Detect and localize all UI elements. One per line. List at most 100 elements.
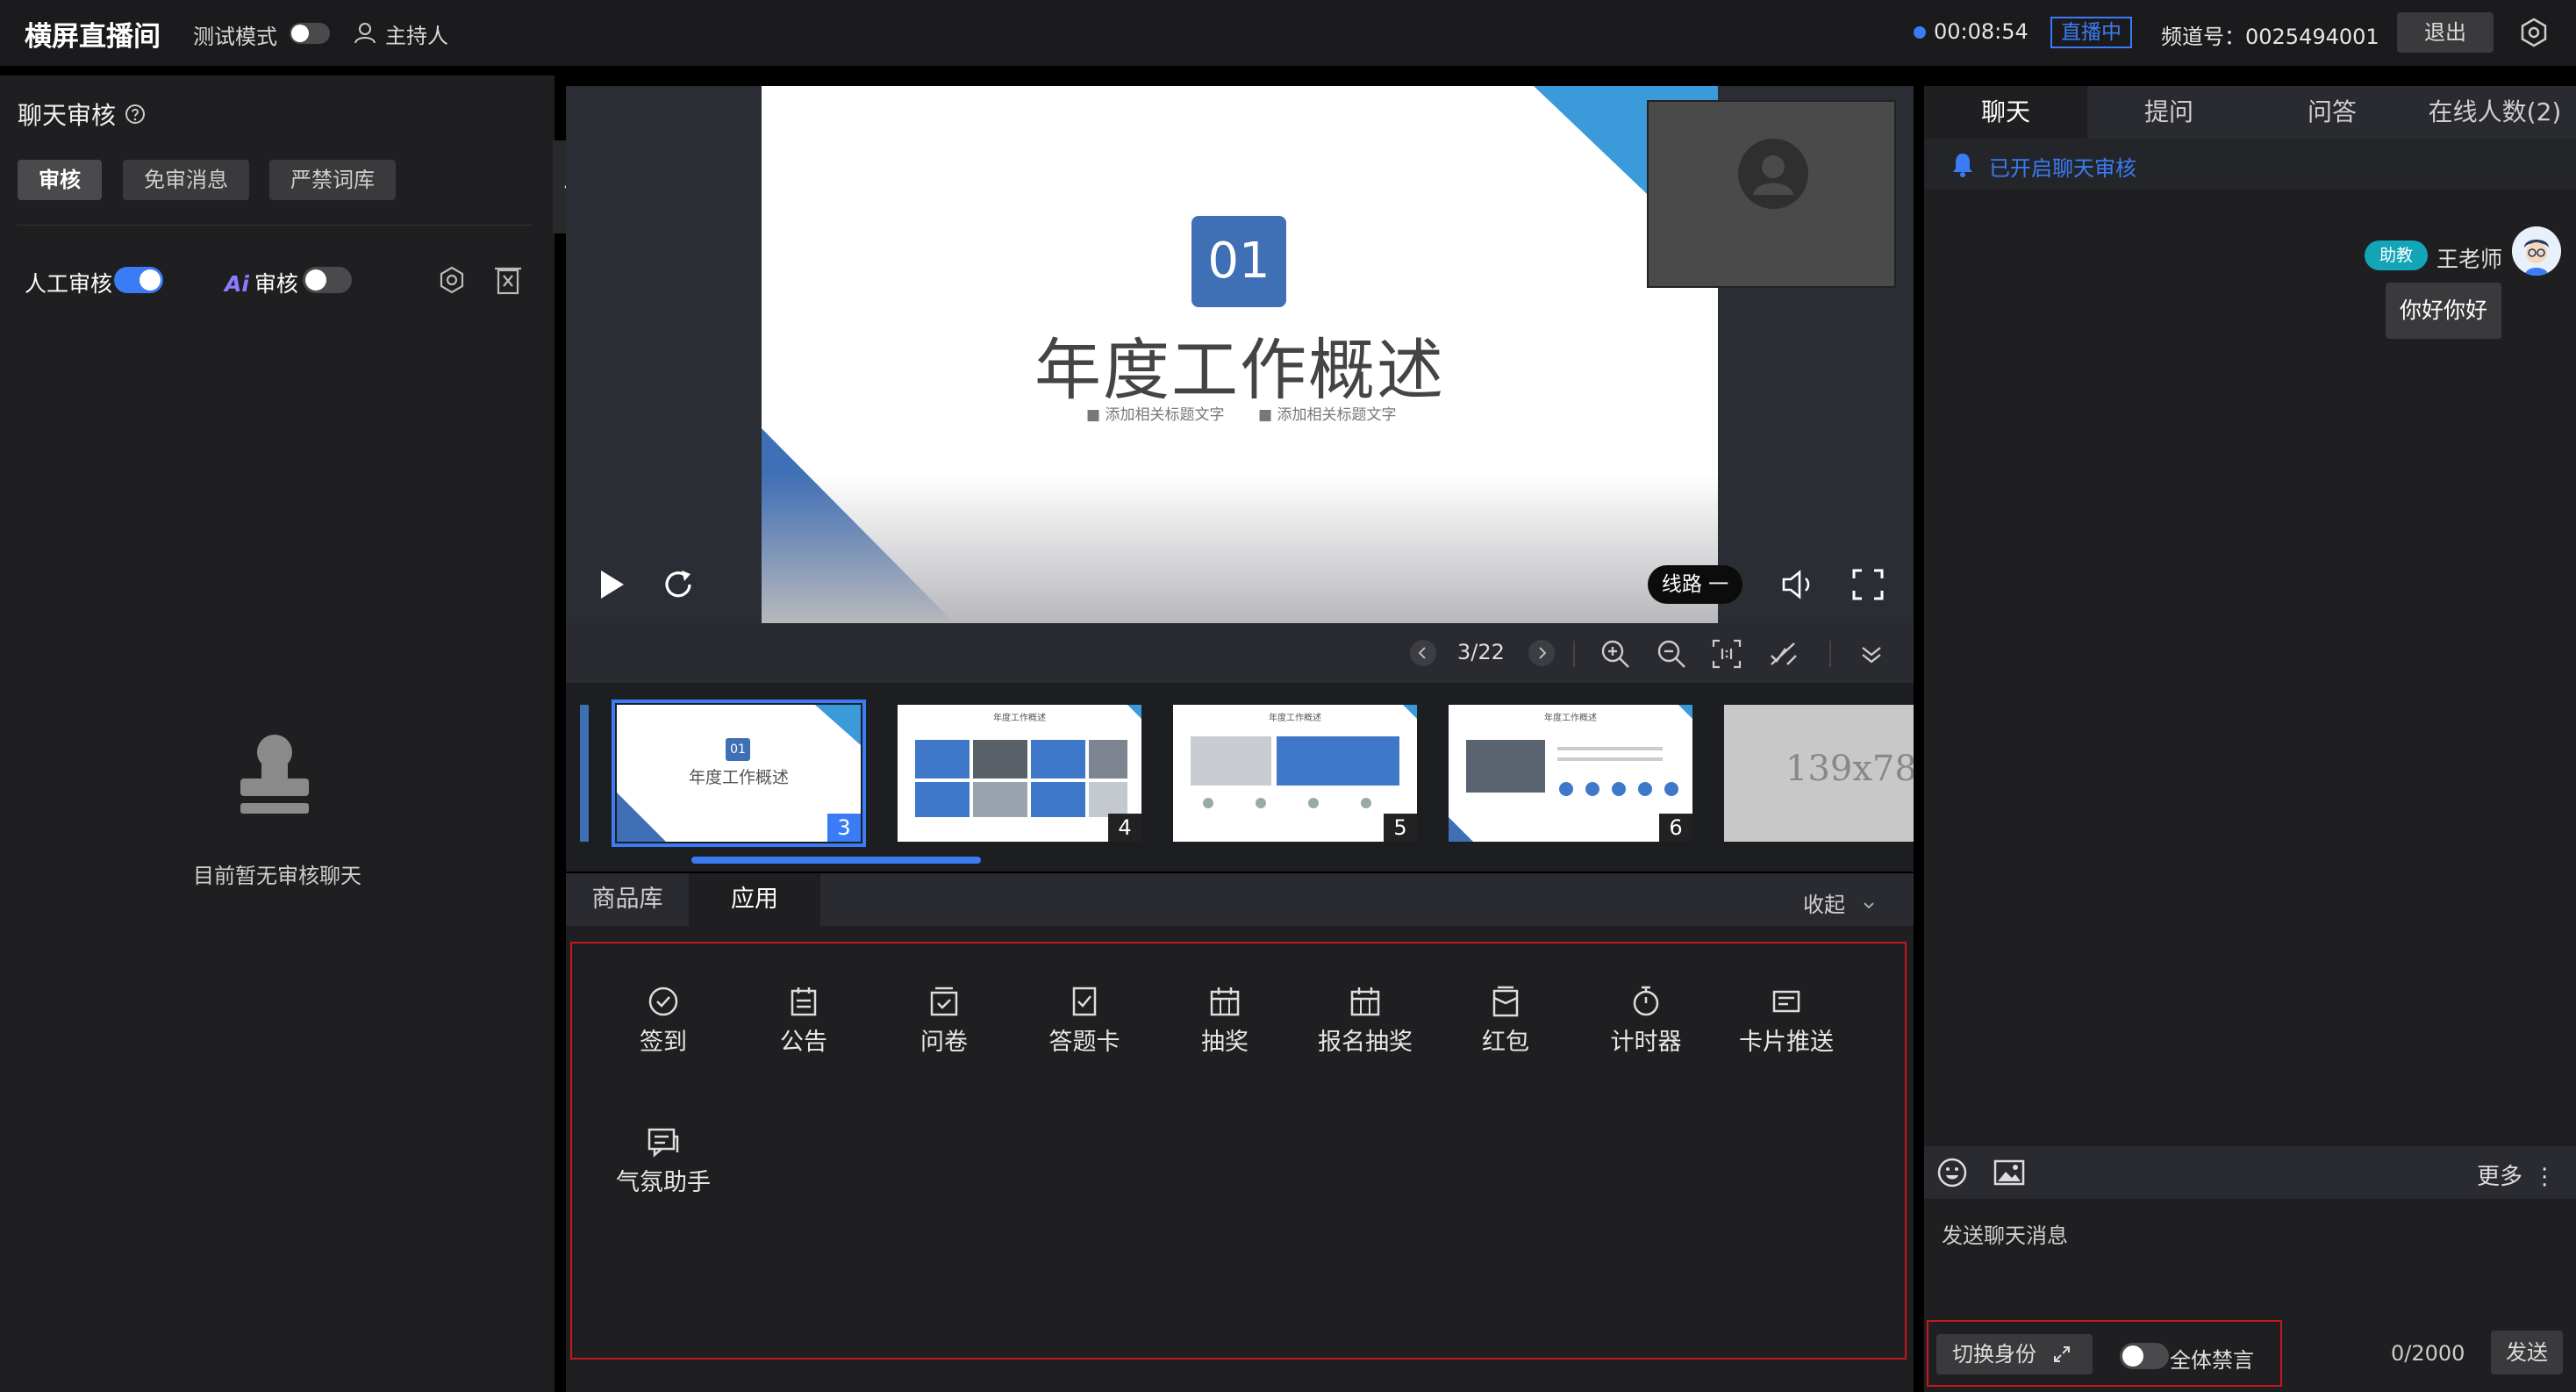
app-sign-in[interactable]: 签到 [611, 984, 716, 1063]
lottery-icon [1210, 987, 1240, 1016]
app-label: 卡片推送 [1739, 1029, 1834, 1056]
app-timer[interactable]: 计时器 [1593, 984, 1699, 1063]
refresh-icon[interactable] [661, 567, 696, 602]
mute-all-toggle[interactable] [2120, 1343, 2169, 1369]
tab-exempt-messages[interactable]: 免审消息 [123, 160, 249, 200]
live-status-badge: 直播中 [2050, 17, 2132, 48]
app-label: 计时器 [1610, 1029, 1682, 1056]
slide-thumbnail[interactable]: 年度工作概述 4 [898, 705, 1141, 842]
avatar[interactable] [2512, 226, 2561, 276]
image-icon[interactable] [1993, 1157, 2026, 1188]
emoji-icon[interactable] [1936, 1157, 1968, 1188]
slide-thumbnail[interactable]: 年度工作概述 6 [1449, 705, 1692, 842]
slide-thumbnail[interactable]: 年度工作概述 5 [1173, 705, 1417, 842]
check-circle-icon [648, 987, 678, 1016]
manual-review-toggle[interactable] [114, 267, 163, 293]
chat-input[interactable]: 发送聊天消息 [1942, 1218, 2068, 1249]
volume-icon[interactable] [1780, 569, 1815, 600]
help-icon[interactable] [125, 104, 146, 125]
page-indicator: 3/22 [1457, 640, 1505, 664]
role-badge: 助教 [2365, 240, 2428, 270]
app-answer-card[interactable]: 答题卡 [1032, 984, 1137, 1063]
actual-size-icon[interactable] [1711, 638, 1742, 670]
app-label: 气氛助手 [616, 1169, 711, 1196]
tab-banned-words[interactable]: 严禁词库 [269, 160, 396, 200]
slide-thumbnail[interactable]: 01 年度工作概述 3 [612, 700, 866, 847]
camera-preview[interactable] [1647, 100, 1896, 288]
collapse-thumbnails-icon[interactable] [1856, 638, 1887, 670]
slide-number-badge: 01 [1191, 216, 1286, 307]
divider [1573, 641, 1575, 667]
play-icon[interactable] [597, 567, 627, 602]
slide-subtitle: ■ 添加相关标题文字 [1086, 406, 1225, 424]
slide-subtitle: ■ 添加相关标题文字 [1258, 406, 1397, 424]
slide-title: 年度工作概述 [1034, 331, 1445, 409]
placeholder-text: 139x78 [1785, 749, 1914, 789]
test-mode-toggle[interactable] [290, 23, 330, 44]
manual-review-label: 人工审核 [25, 271, 113, 297]
tab-product-library[interactable]: 商品库 [566, 873, 689, 926]
app-label: 问卷 [920, 1029, 968, 1056]
annotate-icon[interactable] [1768, 638, 1800, 670]
switch-identity-button[interactable]: 切换身份 [1936, 1334, 2093, 1374]
app-signup-lottery[interactable]: 报名抽奖 [1313, 984, 1418, 1063]
thumbnail-number: 6 [1659, 814, 1692, 842]
review-notice-text: 已开启聊天审核 [1989, 156, 2136, 181]
ai-review-toggle[interactable] [303, 267, 352, 293]
app-lottery[interactable]: 抽奖 [1172, 984, 1277, 1063]
channel-number: 频道号：0025494001 [2161, 25, 2379, 49]
avatar [1738, 139, 1808, 209]
app-announcement[interactable]: 公告 [751, 984, 856, 1063]
app-atmosphere-assistant[interactable]: 气氛助手 [611, 1124, 716, 1203]
tab-online-count[interactable]: 在线人数(2) [2414, 86, 2576, 139]
send-button[interactable]: 发送 [2491, 1331, 2563, 1374]
role-label: 主持人 [385, 24, 448, 48]
review-notice: 已开启聊天审核 [1924, 139, 2576, 190]
expand-arrows-icon [2053, 1346, 2070, 1362]
video-player[interactable]: 01 年度工作概述 ■ 添加相关标题文字 ■ 添加相关标题文字 线路 一 [566, 86, 1914, 623]
vertical-dots-icon: ⋮ [2533, 1164, 2557, 1190]
thumbnail-art [915, 705, 1141, 817]
tab-questions[interactable]: 提问 [2087, 86, 2250, 139]
tab-chat[interactable]: 聊天 [1924, 86, 2087, 139]
fullscreen-icon[interactable] [1852, 569, 1884, 600]
slide-thumbnail[interactable]: 139x78 [1724, 705, 1914, 842]
collapse-button[interactable]: 收起 [1803, 887, 1877, 918]
chat-review-panel: 聊天审核 审核 免审消息 严禁词库 人工审核 Ai 审核 目前暂无审核聊天 [0, 75, 555, 1392]
thumbnail-title: 年度工作概述 [688, 768, 789, 787]
live-indicator-dot [1914, 26, 1926, 39]
red-packet-icon [1492, 986, 1519, 1017]
divider [18, 225, 532, 226]
questionnaire-icon [930, 987, 958, 1016]
ai-prefix: Ai [225, 271, 249, 297]
app-questionnaire[interactable]: 问卷 [891, 984, 997, 1063]
line-select-button[interactable]: 线路 一 [1648, 565, 1742, 604]
review-settings-icon[interactable] [437, 265, 467, 295]
tab-review[interactable]: 审核 [18, 160, 102, 200]
settings-gear-icon[interactable] [2519, 18, 2549, 47]
thumbnail-art [1191, 705, 1417, 808]
chevron-right-icon [1539, 647, 1547, 659]
zoom-in-icon[interactable] [1599, 638, 1631, 670]
bell-icon [1953, 154, 1972, 177]
next-page-button[interactable] [1528, 640, 1555, 666]
app-red-packet[interactable]: 红包 [1453, 984, 1558, 1063]
thumbnail-number: 4 [1108, 814, 1141, 842]
user-icon [1753, 155, 1793, 195]
apps-panel: 商品库 应用 收起 签到 公告 问卷 答题卡 抽奖 报名抽奖 红包 计时器 卡片… [566, 873, 1914, 1392]
exit-button[interactable]: 退出 [2397, 12, 2494, 53]
prev-page-button[interactable] [1410, 640, 1436, 666]
panel-title: 聊天审核 [18, 101, 117, 130]
tab-qa[interactable]: 问答 [2250, 86, 2414, 139]
previous-thumbnail-edge[interactable] [580, 705, 589, 842]
thumbnail-number: 5 [1384, 814, 1417, 842]
clear-icon[interactable] [493, 263, 523, 295]
slide-thumbnails: 01 年度工作概述 3 年度工作概述 4 年度工作概述 5 年度工作概述 6 1… [566, 683, 1914, 872]
thumbnail-scrollbar[interactable] [691, 857, 981, 864]
zoom-out-icon[interactable] [1656, 638, 1687, 670]
tab-applications[interactable]: 应用 [689, 873, 820, 926]
collapse-label: 收起 [1803, 893, 1845, 917]
atmosphere-icon [648, 1128, 679, 1158]
app-card-push[interactable]: 卡片推送 [1734, 984, 1839, 1063]
more-button[interactable]: 更多 ⋮ [2477, 1159, 2556, 1191]
